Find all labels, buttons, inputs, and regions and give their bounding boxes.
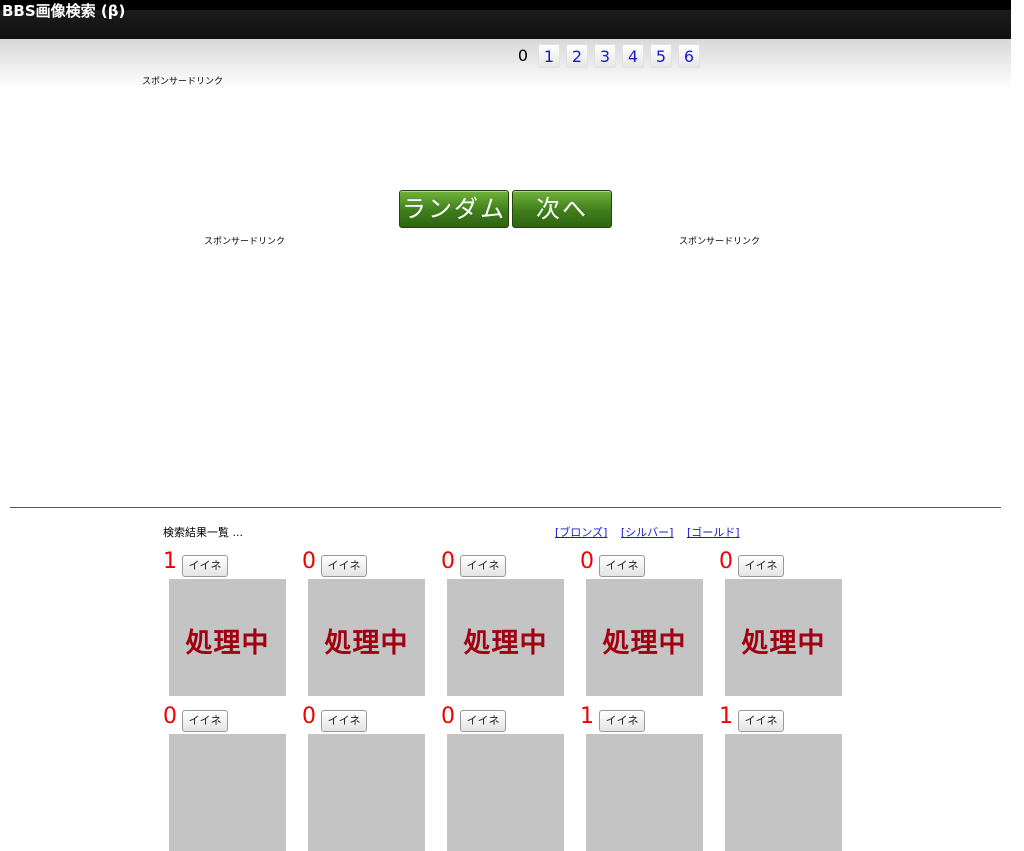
gold-link[interactable]: [ゴールド] [687, 526, 740, 539]
thumbnail[interactable]: 処理中 [308, 579, 425, 696]
section-divider [10, 507, 1001, 508]
like-count: 0 [719, 549, 733, 574]
processing-text: 処理中 [602, 628, 687, 659]
page-link-1[interactable]: 1 [538, 44, 560, 68]
like-button[interactable]: イイネ [738, 710, 784, 732]
page-link-3[interactable]: 3 [594, 44, 616, 68]
page-link-5[interactable]: 5 [650, 44, 672, 68]
page-current: 0 [517, 46, 529, 65]
rank-links: [ブロンズ] [シルバー] [ゴールド] [555, 524, 750, 540]
results-heading: 検索結果一覧 ... [163, 526, 243, 539]
thumbnail[interactable] [308, 734, 425, 851]
like-count: 0 [441, 549, 455, 574]
page-link-2[interactable]: 2 [566, 44, 588, 68]
like-count: 1 [580, 704, 594, 729]
sponsor-label-right: スポンサードリンク [679, 237, 761, 247]
like-button[interactable]: イイネ [182, 710, 228, 732]
next-button[interactable]: 次へ >> [512, 190, 612, 259]
thumbnail[interactable]: 処理中 [447, 579, 564, 696]
processing-text: 処理中 [741, 628, 826, 659]
processing-text: 処理中 [463, 628, 548, 659]
like-count: 0 [302, 704, 316, 729]
bronze-link[interactable]: [ブロンズ] [555, 526, 607, 539]
thumbnail[interactable]: 処理中 [586, 579, 703, 696]
like-button[interactable]: イイネ [599, 555, 645, 577]
like-button[interactable]: イイネ [460, 555, 506, 577]
like-count: 0 [441, 704, 455, 729]
silver-link[interactable]: [シルバー] [621, 526, 674, 539]
like-button[interactable]: イイネ [321, 710, 367, 732]
site-title[interactable]: BBS画像検索 (β) [2, 0, 125, 22]
like-button[interactable]: イイネ [460, 710, 506, 732]
like-button[interactable]: イイネ [599, 710, 645, 732]
like-count: 1 [163, 549, 177, 574]
top-bar [0, 0, 1011, 39]
like-count: 0 [302, 549, 316, 574]
page-link-4[interactable]: 4 [622, 44, 644, 68]
thumbnail[interactable] [725, 734, 842, 851]
processing-text: 処理中 [185, 628, 270, 659]
like-button[interactable]: イイネ [182, 555, 228, 577]
like-button[interactable]: イイネ [321, 555, 367, 577]
pagination: 0 1 2 3 4 5 6 [514, 44, 700, 68]
sponsor-label-left: スポンサードリンク [204, 237, 286, 247]
thumbnail[interactable]: 処理中 [169, 579, 286, 696]
like-button[interactable]: イイネ [738, 555, 784, 577]
thumbnail[interactable] [169, 734, 286, 851]
page-link-6[interactable]: 6 [678, 44, 700, 68]
like-count: 0 [580, 549, 594, 574]
sponsor-label-top: スポンサードリンク [142, 77, 224, 87]
thumbnail[interactable] [447, 734, 564, 851]
like-count: 0 [163, 704, 177, 729]
thumbnail[interactable]: 処理中 [725, 579, 842, 696]
random-button[interactable]: ランダム [399, 190, 509, 228]
like-count: 1 [719, 704, 733, 729]
thumbnail[interactable] [586, 734, 703, 851]
processing-text: 処理中 [324, 628, 409, 659]
